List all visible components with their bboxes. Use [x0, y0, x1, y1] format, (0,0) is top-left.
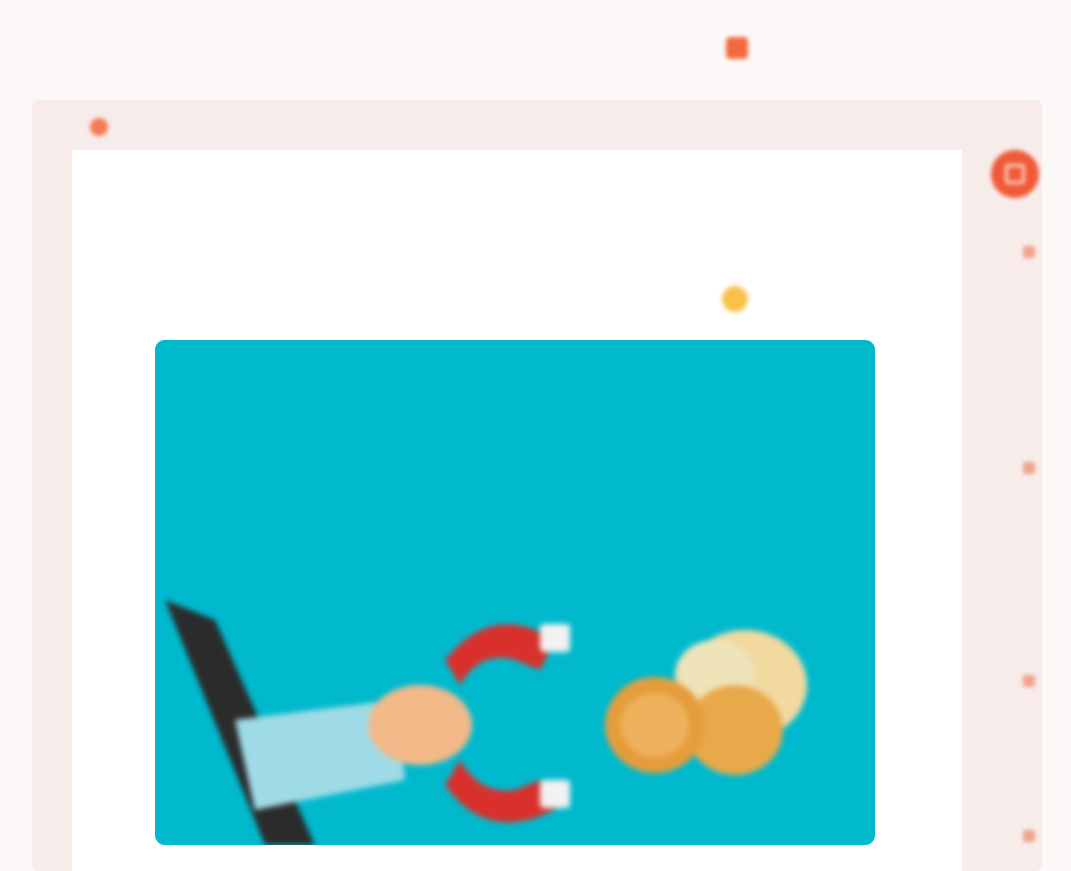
article-title: [170, 222, 870, 272]
site-logo[interactable]: [726, 30, 916, 66]
breadcrumb[interactable]: [90, 115, 950, 139]
share-glyph: [1005, 164, 1025, 184]
article-meta: [722, 282, 872, 316]
sidebar-link-1[interactable]: [1023, 246, 1035, 258]
home-icon[interactable]: [90, 118, 108, 136]
magnet-illustration: [155, 340, 875, 845]
sidebar-link-2[interactable]: [1023, 462, 1035, 474]
sidebar-link-3[interactable]: [1023, 675, 1035, 687]
hero-image: [155, 340, 875, 845]
right-sidebar: [985, 150, 1045, 871]
logo-icon: [726, 37, 748, 59]
clock-icon: [722, 286, 748, 312]
share-icon[interactable]: [991, 150, 1039, 198]
sidebar-link-4[interactable]: [1023, 830, 1035, 842]
